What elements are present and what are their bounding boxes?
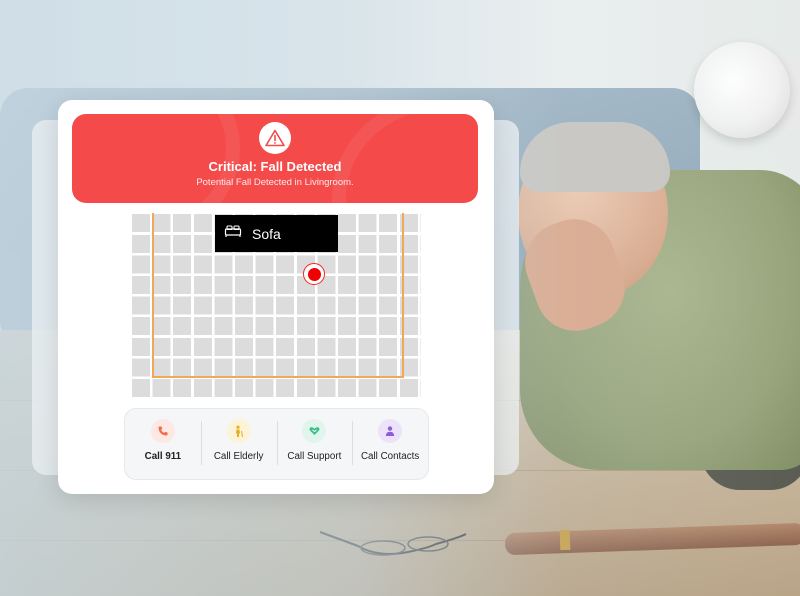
elderly-person-icon: [226, 419, 251, 443]
alert-title: Critical: Fall Detected: [208, 159, 342, 174]
fall-location-marker[interactable]: [303, 263, 325, 285]
call-actions-bar: Call 911 Call Elderly Call Support Call …: [124, 408, 429, 480]
call-contacts-button[interactable]: Call Contacts: [352, 409, 428, 479]
bed-icon: [224, 224, 242, 243]
call-contacts-label: Call Contacts: [360, 451, 420, 462]
phone-icon: [150, 419, 175, 443]
call-911-label: Call 911: [144, 451, 182, 462]
call-elderly-button[interactable]: Call Elderly: [200, 409, 277, 479]
sofa-furniture: Sofa: [215, 215, 338, 252]
critical-alert-banner[interactable]: Critical: Fall Detected Potential Fall D…: [72, 114, 478, 203]
call-support-label: Call Support: [287, 451, 342, 462]
fall-alert-card: Critical: Fall Detected Potential Fall D…: [58, 100, 494, 494]
sofa-label: Sofa: [252, 225, 281, 242]
call-support-button[interactable]: Call Support: [276, 409, 353, 479]
warning-triangle-icon: [259, 122, 291, 154]
heart-hands-icon: [302, 419, 327, 443]
fall-location-dot: [307, 267, 321, 281]
person-icon: [378, 419, 403, 443]
alert-subtitle: Potential Fall Detected in Livingroom.: [196, 177, 354, 188]
room-floorplan[interactable]: Sofa: [132, 213, 421, 397]
call-911-button[interactable]: Call 911: [125, 409, 201, 479]
call-elderly-label: Call Elderly: [213, 451, 264, 462]
